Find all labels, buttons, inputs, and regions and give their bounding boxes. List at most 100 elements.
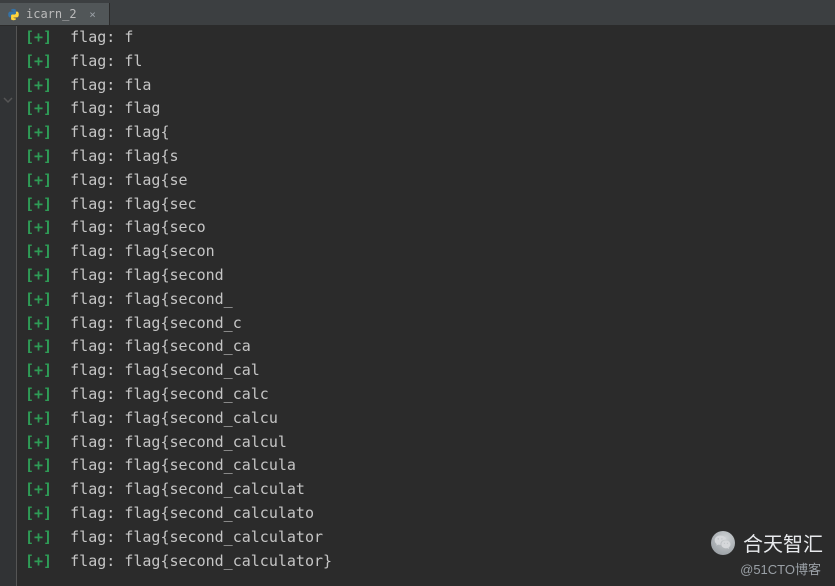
line-prefix: [+] [25,361,61,379]
line-prefix: [+] [25,528,61,546]
line-label: flag: [61,242,124,260]
line-value: flag{secon [124,242,214,260]
output-line: [+] flag: fl [17,50,835,74]
line-label: flag: [61,504,124,522]
line-value: flag [124,99,160,117]
line-label: flag: [61,52,124,70]
line-prefix: [+] [25,76,61,94]
line-value: flag{second_calculato [124,504,314,522]
line-label: flag: [61,218,124,236]
line-label: flag: [61,266,124,284]
tab-strip: icarn_2 × [0,3,835,25]
line-label: flag: [61,528,124,546]
line-label: flag: [61,123,124,141]
output-line: [+] flag: flag [17,97,835,121]
line-prefix: [+] [25,266,61,284]
line-prefix: [+] [25,385,61,403]
output-line: [+] flag: flag{second_calculator [17,526,835,550]
line-prefix: [+] [25,314,61,332]
line-prefix: [+] [25,28,61,46]
line-label: flag: [61,171,124,189]
line-value: flag{second_calc [124,385,269,403]
output-line: [+] flag: flag{second [17,264,835,288]
output-line: [+] flag: flag{secon [17,240,835,264]
line-prefix: [+] [25,52,61,70]
line-value: flag{s [124,147,178,165]
line-prefix: [+] [25,290,61,308]
line-label: flag: [61,290,124,308]
line-label: flag: [61,195,124,213]
line-prefix: [+] [25,456,61,474]
line-prefix: [+] [25,433,61,451]
line-prefix: [+] [25,171,61,189]
line-label: flag: [61,76,124,94]
line-value: flag{second [124,266,223,284]
line-value: flag{second_calcul [124,433,287,451]
gutter [0,26,17,586]
output-line: [+] flag: flag{second_calc [17,383,835,407]
editor-main: [+] flag: f[+] flag: fl[+] flag: fla[+] … [0,26,835,586]
output-line: [+] flag: flag{second_ [17,288,835,312]
line-label: flag: [61,385,124,403]
line-prefix: [+] [25,195,61,213]
line-label: flag: [61,433,124,451]
output-line: [+] flag: flag{s [17,145,835,169]
output-line: [+] flag: flag{second_calcu [17,407,835,431]
line-prefix: [+] [25,337,61,355]
line-value: flag{sec [124,195,196,213]
output-line: [+] flag: flag{second_ca [17,335,835,359]
line-prefix: [+] [25,552,61,570]
line-value: flag{second_ [124,290,232,308]
output-line: [+] flag: flag{second_calculat [17,478,835,502]
line-prefix: [+] [25,242,61,260]
close-icon[interactable]: × [87,8,99,20]
output-line: [+] flag: flag{sec [17,193,835,217]
output-line: [+] flag: flag{second_calcula [17,454,835,478]
file-tab[interactable]: icarn_2 × [0,3,110,25]
line-label: flag: [61,147,124,165]
output-line: [+] flag: f [17,26,835,50]
console-output: [+] flag: f[+] flag: fl[+] flag: fla[+] … [17,26,835,586]
line-value: flag{second_calcu [124,409,278,427]
line-value: fl [124,52,142,70]
line-label: flag: [61,480,124,498]
line-prefix: [+] [25,147,61,165]
tab-filename: icarn_2 [26,7,77,21]
gutter-marker-icon [2,92,14,106]
output-line: [+] flag: flag{second_c [17,312,835,336]
line-value: flag{second_calculator [124,528,323,546]
line-prefix: [+] [25,218,61,236]
line-label: flag: [61,337,124,355]
line-value: flag{second_c [124,314,241,332]
output-line: [+] flag: flag{second_calculato [17,502,835,526]
line-prefix: [+] [25,504,61,522]
line-value: flag{second_ca [124,337,250,355]
output-line: [+] flag: flag{second_cal [17,359,835,383]
output-line: [+] flag: flag{se [17,169,835,193]
line-prefix: [+] [25,409,61,427]
line-value: flag{seco [124,218,205,236]
line-value: flag{second_calculat [124,480,305,498]
line-value: f [124,28,133,46]
line-prefix: [+] [25,480,61,498]
line-prefix: [+] [25,99,61,117]
output-line: [+] flag: flag{second_calculator} [17,550,835,574]
line-value: flag{se [124,171,187,189]
line-prefix: [+] [25,123,61,141]
line-value: flag{second_calcula [124,456,296,474]
line-label: flag: [61,552,124,570]
python-file-icon [6,7,20,21]
output-line: [+] flag: fla [17,74,835,98]
line-label: flag: [61,361,124,379]
line-label: flag: [61,99,124,117]
line-label: flag: [61,314,124,332]
output-line: [+] flag: flag{second_calcul [17,431,835,455]
line-label: flag: [61,456,124,474]
line-label: flag: [61,28,124,46]
line-value: flag{second_calculator} [124,552,332,570]
line-value: fla [124,76,151,94]
line-value: flag{ [124,123,169,141]
line-value: flag{second_cal [124,361,259,379]
output-line: [+] flag: flag{seco [17,216,835,240]
line-label: flag: [61,409,124,427]
